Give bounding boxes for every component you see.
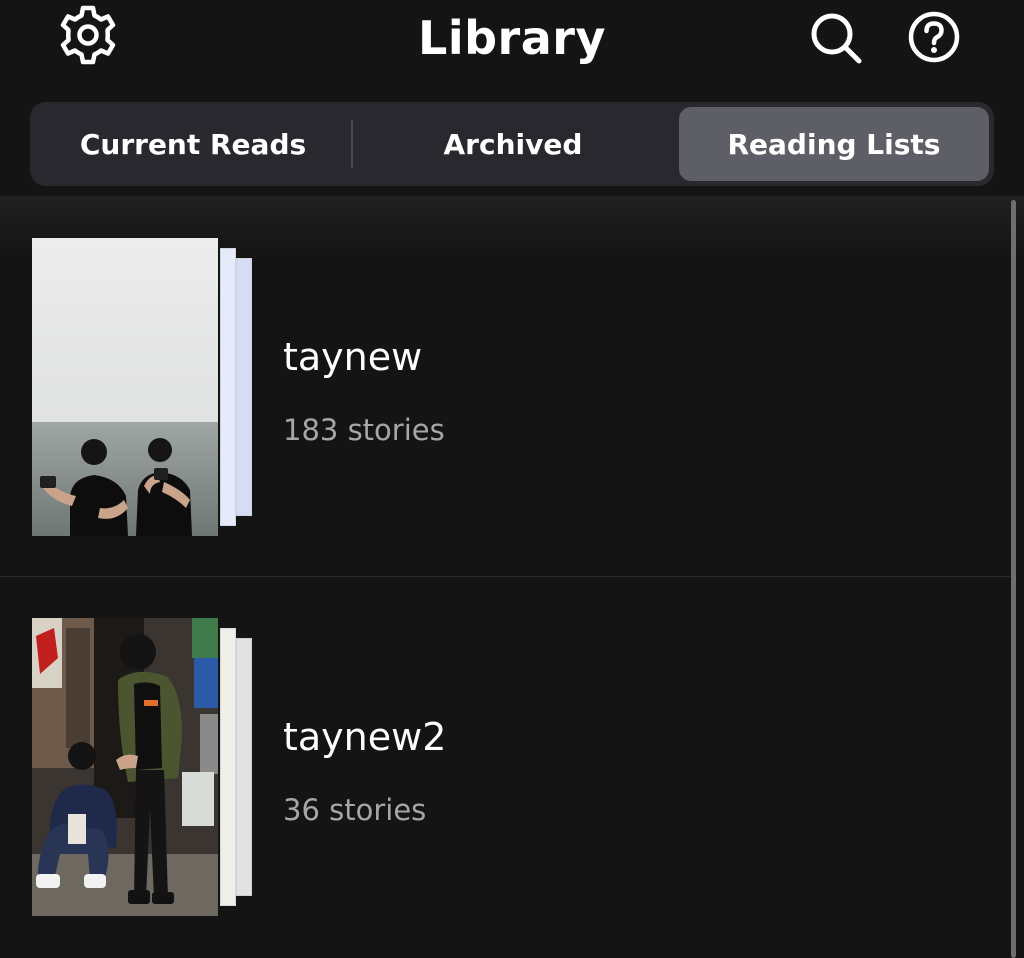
search-button[interactable] (800, 2, 870, 72)
reading-list-cover (32, 618, 218, 916)
tab-archived[interactable]: Archived (353, 107, 673, 181)
scrollbar[interactable] (1011, 200, 1016, 958)
reading-list-item[interactable]: taynew 183 stories (0, 196, 1010, 577)
help-icon (908, 11, 960, 63)
reading-list-title: taynew (283, 335, 423, 379)
reading-list-cover (32, 238, 218, 536)
library-tabs: Current Reads Archived Reading Lists (30, 102, 994, 186)
reading-list-item[interactable]: taynew2 36 stories (0, 578, 1010, 958)
stack-page (236, 258, 252, 516)
stack-page (236, 638, 252, 896)
stack-page (220, 248, 236, 526)
help-button[interactable] (899, 2, 969, 72)
library-screen: Library Current Reads Archived Reading L… (0, 0, 1024, 958)
stack-page (220, 628, 236, 906)
page-title: Library (418, 11, 606, 65)
cover-stack (32, 238, 256, 538)
reading-list-title: taynew2 (283, 715, 447, 759)
search-icon (811, 13, 862, 64)
row-divider (0, 576, 1010, 577)
header: Library (0, 0, 1024, 92)
reading-list-count: 183 stories (283, 413, 445, 447)
tab-reading-lists[interactable]: Reading Lists (678, 107, 989, 181)
reading-list-count: 36 stories (283, 793, 427, 827)
tab-current-reads[interactable]: Current Reads (35, 107, 351, 181)
reading-lists-content: taynew 183 stories taynew2 36 stories (0, 196, 1024, 958)
cover-stack (32, 618, 256, 918)
